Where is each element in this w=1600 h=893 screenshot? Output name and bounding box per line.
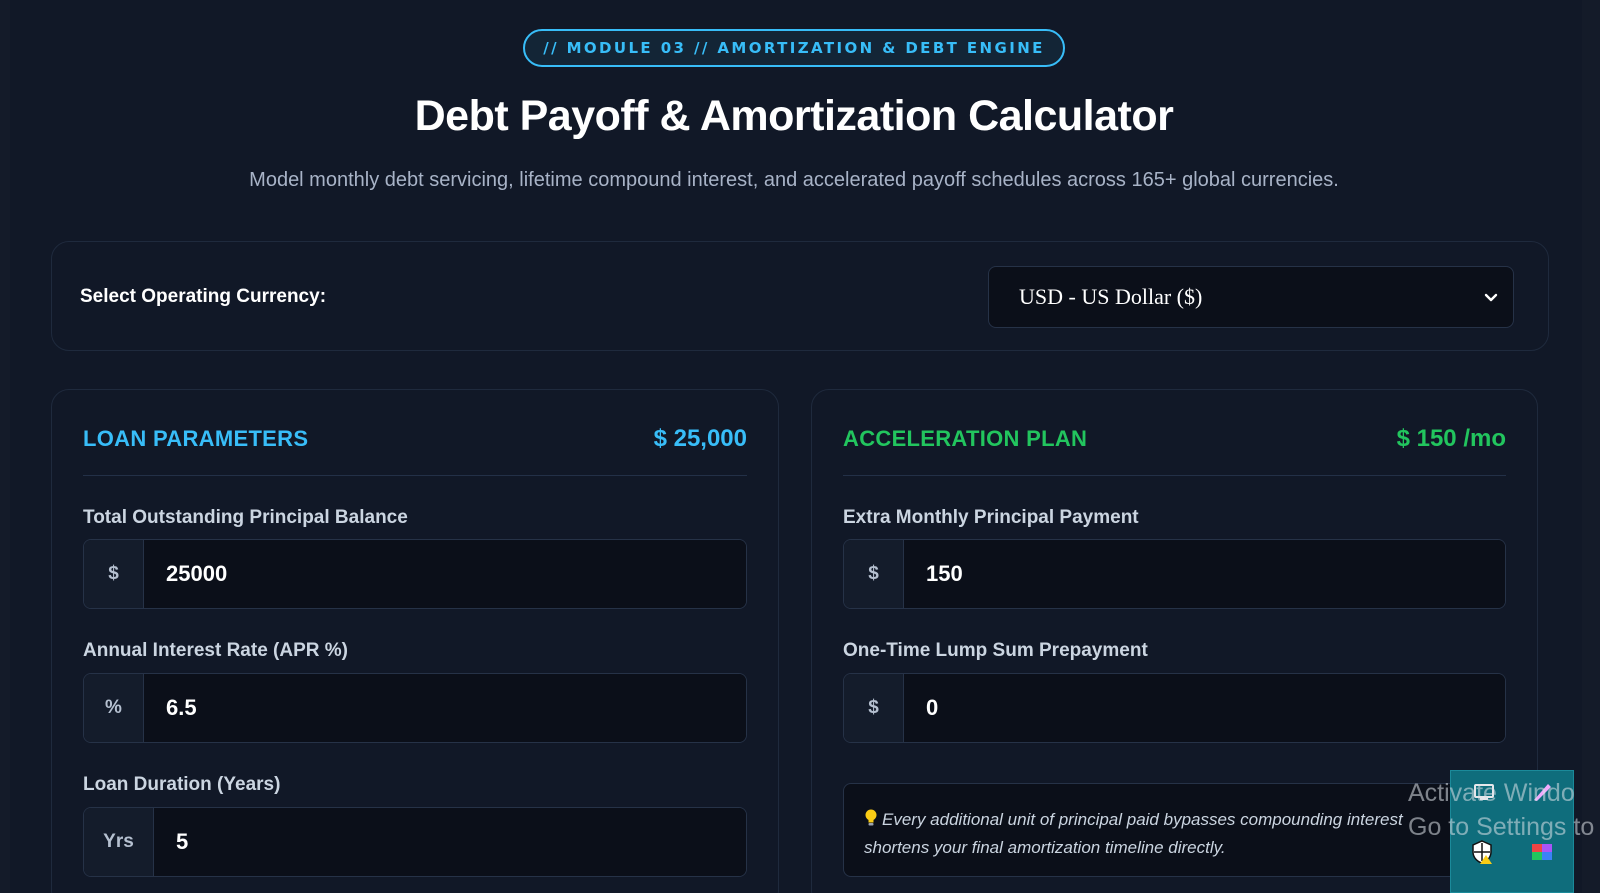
principal-input-group: $ 25000 xyxy=(83,539,747,609)
extra-payment-prefix: $ xyxy=(844,540,904,608)
loan-panel-amount: $ 25,000 xyxy=(653,425,747,452)
principal-input[interactable]: 25000 xyxy=(144,540,746,608)
interest-rate-prefix: % xyxy=(84,674,144,742)
page: // MODULE 03 // AMORTIZATION & DEBT ENGI… xyxy=(10,0,1582,893)
chevron-down-icon xyxy=(1484,293,1498,302)
lightbulb-icon xyxy=(865,809,877,826)
currency-label: Select Operating Currency: xyxy=(80,286,327,307)
lump-sum-input[interactable]: 0 xyxy=(904,674,1505,742)
interest-rate-input[interactable]: 6.5 xyxy=(144,674,746,742)
acceleration-panel-amount: $ 150 /mo xyxy=(1396,425,1506,452)
extra-payment-label: Extra Monthly Principal Payment xyxy=(843,507,1139,528)
currency-card: Select Operating Currency: USD - US Doll… xyxy=(51,241,1549,351)
tip-text-line2: shortens your final amortization timelin… xyxy=(864,838,1226,857)
duration-prefix: Yrs xyxy=(84,808,154,876)
lump-sum-label: One-Time Lump Sum Prepayment xyxy=(843,640,1148,661)
lump-sum-input-group: $ 0 xyxy=(843,673,1506,743)
acceleration-panel-header: ACCELERATION PLAN $ 150 /mo xyxy=(843,425,1506,476)
badge-container: // MODULE 03 // AMORTIZATION & DEBT ENGI… xyxy=(10,29,1578,67)
watermark-line1: Activate Windo xyxy=(1408,779,1575,807)
lump-sum-prefix: $ xyxy=(844,674,904,742)
currency-selected-value: USD - US Dollar ($) xyxy=(1019,284,1203,309)
extra-payment-input[interactable]: 150 xyxy=(904,540,1505,608)
activation-watermark: Activate Windo Go to Settings to a xyxy=(1408,776,1600,844)
page-title: Debt Payoff & Amortization Calculator xyxy=(414,92,1174,140)
currency-select[interactable]: USD - US Dollar ($) xyxy=(988,266,1514,328)
loan-parameters-panel: LOAN PARAMETERS $ 25,000 Total Outstandi… xyxy=(51,389,779,893)
duration-input-group: Yrs 5 xyxy=(83,807,747,877)
duration-input[interactable]: 5 xyxy=(154,808,746,876)
interest-rate-input-group: % 6.5 xyxy=(83,673,747,743)
duration-label: Loan Duration (Years) xyxy=(83,774,281,795)
module-badge: // MODULE 03 // AMORTIZATION & DEBT ENGI… xyxy=(523,29,1065,67)
acceleration-tip: Every additional unit of principal paid … xyxy=(843,783,1506,877)
page-subtitle: Model monthly debt servicing, lifetime c… xyxy=(249,169,1339,191)
tip-text-line1: Every additional unit of principal paid … xyxy=(882,810,1403,829)
interest-rate-label: Annual Interest Rate (APR %) xyxy=(83,640,348,661)
principal-prefix: $ xyxy=(84,540,144,608)
loan-panel-header: LOAN PARAMETERS $ 25,000 xyxy=(83,425,747,476)
loan-panel-title: LOAN PARAMETERS xyxy=(83,426,309,451)
extra-payment-input-group: $ 150 xyxy=(843,539,1506,609)
principal-label: Total Outstanding Principal Balance xyxy=(83,507,408,528)
acceleration-panel-title: ACCELERATION PLAN xyxy=(843,426,1088,451)
watermark-line2: Go to Settings to a xyxy=(1408,813,1600,841)
